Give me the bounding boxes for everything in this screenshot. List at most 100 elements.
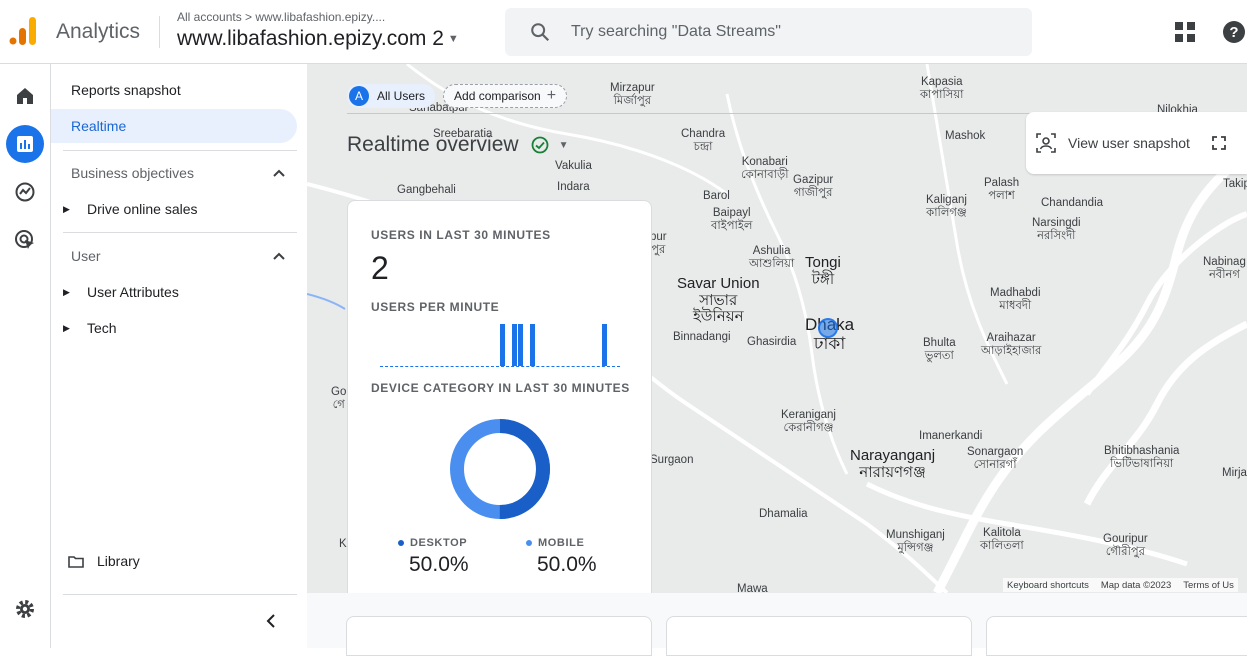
minute-bar[interactable]: [602, 324, 607, 366]
home-nav-button[interactable]: [6, 77, 44, 115]
help-icon[interactable]: ?: [1222, 20, 1246, 44]
map-place-label: Nabinag নবীনগ: [1203, 256, 1246, 281]
keyboard-shortcuts-link[interactable]: Keyboard shortcuts: [1007, 580, 1089, 591]
device-category-label: DEVICE CATEGORY IN LAST 30 MINUTES: [371, 381, 630, 395]
map-data-text: Map data ©2023: [1100, 579, 1172, 591]
minute-bar[interactable]: [530, 324, 535, 366]
users-realtime-card: USERS IN LAST 30 MINUTES 2 USERS PER MIN…: [347, 200, 652, 601]
search-bar[interactable]: Try searching "Data Streams": [505, 8, 1032, 56]
folder-icon: [68, 555, 84, 568]
map-place-label: Konabari কোনাবাড়ী: [741, 156, 789, 181]
header-divider: [159, 16, 160, 48]
svg-text:?: ?: [1229, 24, 1238, 41]
section-label: Business objectives: [71, 165, 194, 181]
minute-bar[interactable]: [500, 324, 505, 366]
users-by-audience-card: [666, 616, 972, 656]
nav-realtime[interactable]: Realtime: [51, 109, 297, 143]
app-name: Analytics: [56, 20, 141, 43]
gear-icon: [16, 600, 34, 618]
nav-library[interactable]: Library: [68, 553, 140, 569]
map-place-label: Mawa: [737, 583, 768, 593]
map-place-label: Kalitola কালিতলা: [980, 527, 1024, 552]
property-selector[interactable]: www.libafashion.epizy.com 2 ▼: [177, 27, 459, 51]
caret-right-icon: ▶: [63, 286, 70, 297]
advertising-nav-button[interactable]: [6, 221, 44, 259]
reports-nav-button[interactable]: [6, 125, 44, 163]
check-circle-icon[interactable]: [531, 136, 549, 154]
map-place-label: Palash পলাশ: [984, 177, 1020, 202]
minute-bar[interactable]: [518, 324, 523, 366]
map-place-label: Mirjana: [1222, 467, 1247, 479]
minute-bar[interactable]: [512, 324, 517, 366]
terms-link[interactable]: Terms of Us: [1183, 580, 1234, 591]
users-by-source-card: [346, 616, 652, 656]
users-30min-value: 2: [371, 250, 389, 286]
fullscreen-icon[interactable]: [1212, 136, 1226, 150]
map-place-label: Gazipur গাজীপুর: [793, 174, 834, 199]
nav-rail: [0, 64, 51, 648]
nav-user-attributes[interactable]: ▶ User Attributes: [63, 284, 179, 300]
users-per-minute-chart[interactable]: [380, 319, 620, 367]
map-place-label: Ashulia আশুলিয়া: [749, 245, 795, 270]
legend-desktop: DESKTOP: [398, 537, 467, 549]
nav-section-business-objectives[interactable]: Business objectives: [71, 165, 285, 181]
nav-reports-snapshot[interactable]: Reports snapshot: [51, 73, 297, 107]
admin-nav-button[interactable]: [6, 590, 44, 628]
map-attribution: Keyboard shortcuts Map data ©2023 Terms …: [1003, 578, 1238, 592]
chevron-down-icon[interactable]: ▼: [559, 140, 569, 151]
plus-icon: +: [546, 87, 557, 104]
map-place-label: Chandandia: [1041, 197, 1104, 209]
apps-grid-icon[interactable]: [1174, 21, 1196, 43]
map-place-label: Mirzapur মির্জাপুর: [610, 82, 655, 107]
map-place-label: Chandra চন্দ্রা: [681, 128, 726, 153]
map-place-label: Araihazar আড়াইহাজার: [981, 332, 1042, 357]
map-place-label: Kaliganj কালিগঞ্জ: [926, 194, 967, 219]
nav-drive-online-sales[interactable]: ▶ Drive online sales: [63, 201, 198, 217]
map-place-label: Bhulta ভুলতা: [923, 337, 956, 362]
map-place-label: Go গে: [331, 386, 347, 411]
segment-label: All Users: [377, 89, 426, 103]
map-place-label: Gangbehali: [397, 184, 456, 196]
breadcrumb[interactable]: All accounts > www.libafashion.epizy....: [177, 10, 385, 24]
sub-label: Drive online sales: [87, 201, 198, 217]
map-place-label: Imanerkandi: [919, 430, 983, 442]
property-name: www.libafashion.epizy.com 2: [177, 27, 444, 50]
map-place-label: Madhabdi মাধবদী: [990, 287, 1041, 312]
nav-tech[interactable]: ▶ Tech: [63, 320, 117, 336]
chevron-down-icon: ▼: [447, 33, 459, 45]
explore-nav-button[interactable]: [6, 173, 44, 211]
sub-label: Library: [97, 553, 140, 569]
map-place-label: Baipayl বাইপাইল: [711, 207, 753, 232]
users-30min-label: USERS IN LAST 30 MINUTES: [371, 228, 551, 242]
add-comparison-label: Add comparison: [454, 89, 541, 103]
map-place-label: Savar Union সাভার ইউনিয়ন: [677, 275, 760, 325]
all-users-chip[interactable]: A All Users: [347, 84, 436, 108]
nav-section-user[interactable]: User: [71, 248, 285, 264]
caret-right-icon: ▶: [63, 322, 70, 333]
users-per-minute-label: USERS PER MINUTE: [371, 300, 500, 314]
comparison-bar: A All Users Add comparison +: [347, 84, 568, 108]
mobile-percent: 50.0%: [537, 553, 597, 576]
view-user-snapshot-button[interactable]: View user snapshot: [1026, 112, 1247, 174]
map-place-label: Binnadangi: [673, 331, 731, 343]
map-place-label: Bhitibhashania ভিটিভাষানিয়া: [1104, 445, 1180, 470]
map-place-label: Munshiganj মুন্সিগঞ্জ: [886, 529, 945, 554]
add-comparison-button[interactable]: Add comparison +: [443, 84, 568, 108]
chevron-up-icon: [273, 252, 285, 260]
segment-badge: A: [349, 86, 369, 106]
analytics-logo-icon[interactable]: [8, 16, 38, 46]
map-place-label: Surgaon: [650, 454, 694, 466]
section-label: User: [71, 248, 101, 264]
map-place-label: K: [339, 538, 347, 550]
caret-right-icon: ▶: [63, 203, 70, 214]
explore-icon: [15, 182, 35, 202]
nav-divider: [63, 232, 297, 233]
collapse-chevron-icon[interactable]: [265, 613, 277, 629]
map-place-label: Barol: [703, 190, 730, 202]
legend-dot: [526, 540, 532, 546]
sub-label: User Attributes: [87, 284, 179, 300]
device-donut-chart[interactable]: [449, 418, 551, 520]
nav-divider: [63, 594, 297, 595]
user-location-marker[interactable]: [818, 318, 838, 338]
advertising-icon: [15, 230, 34, 249]
